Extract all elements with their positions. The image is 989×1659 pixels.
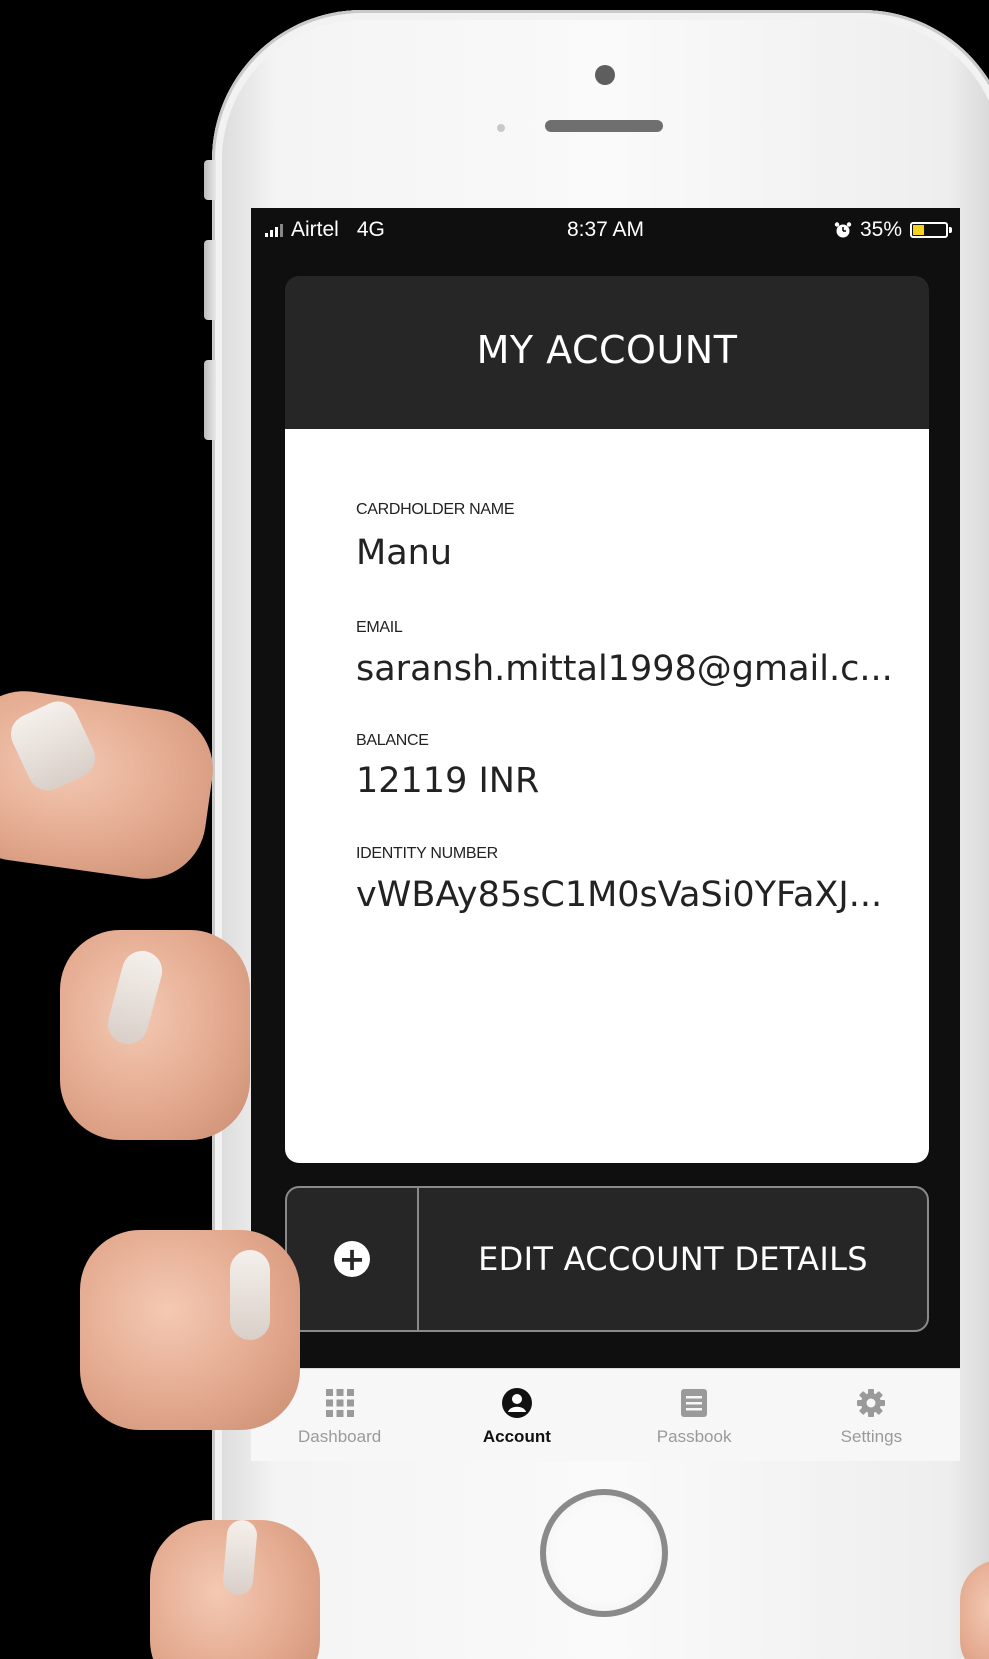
gear-icon [855, 1387, 887, 1419]
tab-settings[interactable]: Settings [783, 1369, 960, 1461]
proximity-sensor [497, 124, 505, 132]
page-title: MY ACCOUNT [476, 328, 738, 372]
earpiece-speaker [545, 120, 663, 132]
tab-passbook[interactable]: Passbook [606, 1369, 783, 1461]
cardholder-name-value: Manu [356, 533, 453, 573]
status-bar: Airtel 4G 8:37 AM 35% [251, 208, 960, 250]
cardholder-name-label: CARDHOLDER NAME [356, 501, 515, 518]
battery-percent: 35% [859, 218, 902, 241]
tab-settings-label: Settings [840, 1427, 903, 1446]
email-value: saransh.mittal1998@gmail.c... [356, 649, 893, 689]
tab-account[interactable]: Account [428, 1369, 605, 1461]
edit-icon-cell: + [287, 1188, 419, 1330]
tab-dashboard-label: Dashboard [298, 1427, 382, 1446]
battery-icon [910, 222, 952, 238]
balance-label: BALANCE [356, 732, 429, 749]
email-label: EMAIL [356, 619, 403, 636]
fingernail-ring [230, 1250, 270, 1340]
alarm-clock-icon [834, 222, 852, 238]
account-details-card: CARDHOLDER NAME Manu EMAIL saransh.mitta… [285, 429, 929, 1163]
user-circle-icon [501, 1387, 533, 1419]
volume-down-button [204, 360, 216, 440]
front-camera [595, 65, 615, 85]
identity-number-value: vWBAy85sC1M0sVaSi0YFaXJ... [356, 875, 883, 915]
tab-passbook-label: Passbook [656, 1427, 732, 1446]
edit-account-details-label: EDIT ACCOUNT DETAILS [478, 1240, 868, 1278]
photo-stage: Airtel 4G 8:37 AM 35% MY ACCOUNT CARDHOL… [0, 0, 989, 1659]
status-right: 35% [834, 218, 952, 242]
home-button[interactable] [540, 1489, 668, 1617]
mute-switch [204, 160, 216, 200]
plus-circle-icon: + [334, 1241, 370, 1277]
identity-number-label: IDENTITY NUMBER [356, 845, 498, 862]
balance-value: 12119 INR [356, 761, 540, 801]
tab-bar: Dashboard Account Passbook Settings [251, 1368, 960, 1461]
phone-screen: Airtel 4G 8:37 AM 35% MY ACCOUNT CARDHOL… [251, 208, 960, 1461]
tab-account-label: Account [482, 1427, 551, 1446]
book-icon [678, 1387, 710, 1419]
volume-up-button [204, 240, 216, 320]
edit-account-details-button[interactable]: + EDIT ACCOUNT DETAILS [285, 1186, 929, 1332]
account-header: MY ACCOUNT [285, 276, 929, 429]
grid-icon [324, 1387, 356, 1419]
battery-level-fill [913, 225, 924, 235]
